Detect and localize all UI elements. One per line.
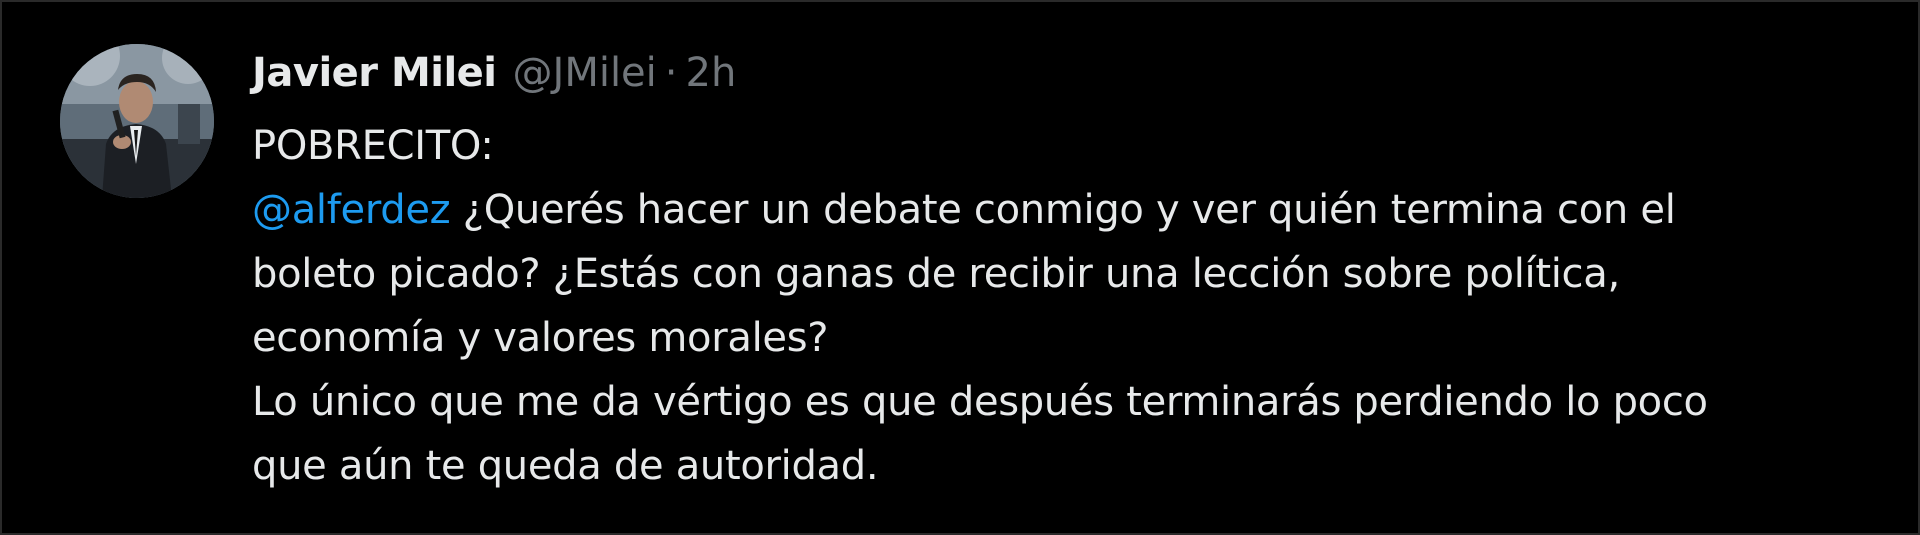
tweet-text-line: economía y valores morales? bbox=[252, 315, 829, 361]
mention-link[interactable]: @alferdez bbox=[252, 187, 451, 233]
separator-dot: · bbox=[664, 50, 678, 96]
avatar-photo-icon bbox=[60, 44, 214, 198]
tweet-header: Javier Milei @JMilei · 2h bbox=[252, 50, 1872, 110]
tweet-text-line: que aún te queda de autoridad. bbox=[252, 443, 879, 489]
tweet-text-line: POBRECITO: bbox=[252, 123, 494, 169]
tweet-text-segment: ¿Querés hacer un debate conmigo y ver qu… bbox=[450, 187, 1676, 233]
tweet-text: POBRECITO: @alferdez ¿Querés hacer un de… bbox=[252, 114, 1872, 498]
tweet-body: Javier Milei @JMilei · 2h POBRECITO: @al… bbox=[252, 50, 1872, 498]
author-handle[interactable]: @JMilei bbox=[513, 50, 657, 96]
tweet-timestamp[interactable]: 2h bbox=[686, 50, 737, 96]
tweet-text-line: @alferdez ¿Querés hacer un debate conmig… bbox=[252, 178, 1872, 242]
tweet-card: Javier Milei @JMilei · 2h POBRECITO: @al… bbox=[0, 0, 1920, 535]
author-display-name[interactable]: Javier Milei bbox=[252, 50, 497, 96]
avatar[interactable] bbox=[60, 44, 214, 198]
tweet-text-line: Lo único que me da vértigo es que despué… bbox=[252, 379, 1708, 425]
tweet-text-line: boleto picado? ¿Estás con ganas de recib… bbox=[252, 251, 1620, 297]
